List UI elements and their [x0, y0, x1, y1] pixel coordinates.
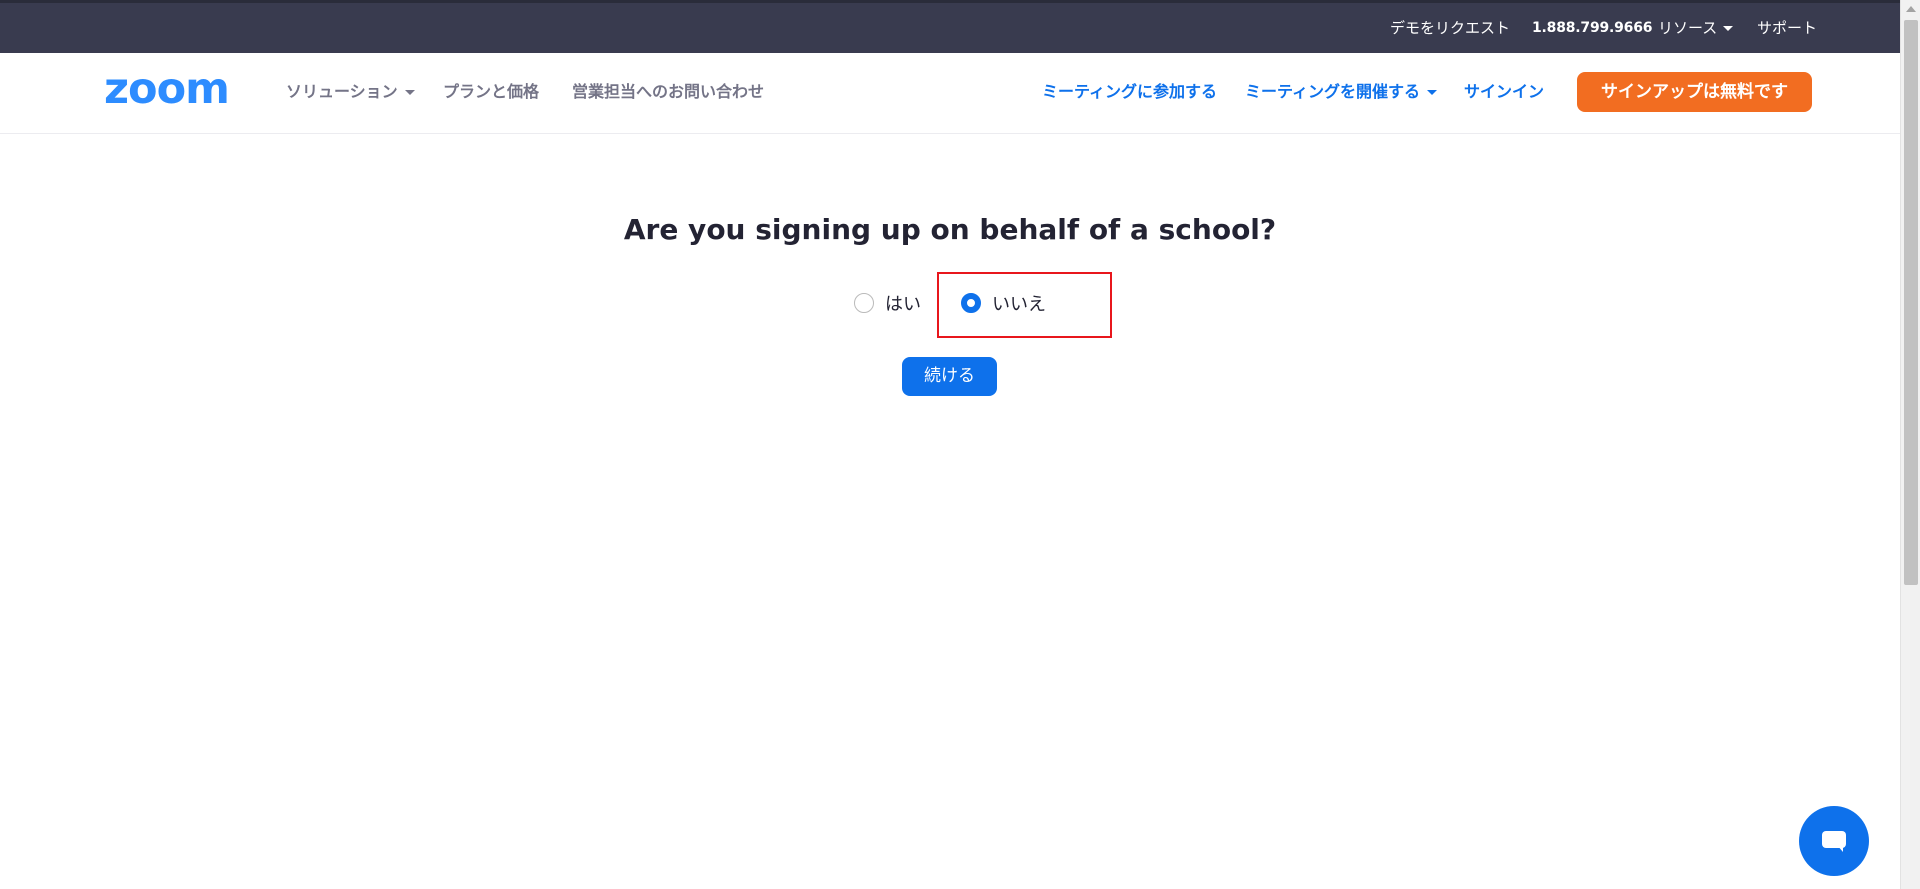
main-header: zoom ソリューション プランと価格 営業担当へのお問い合わせ ミーティングに…: [0, 53, 1900, 134]
join-meeting-link[interactable]: ミーティングに参加する: [1042, 82, 1217, 102]
phone-number-link[interactable]: 1.888.799.9666: [1532, 18, 1653, 38]
chevron-down-icon: [404, 90, 415, 95]
radio-option-no[interactable]: いいえ: [961, 285, 1046, 321]
resources-menu[interactable]: リソース: [1658, 18, 1734, 38]
radio-button-yes[interactable]: [854, 293, 874, 313]
nav-contact-sales[interactable]: 営業担当へのお問い合わせ: [572, 82, 764, 102]
radio-label-no: いいえ: [992, 294, 1046, 315]
continue-button[interactable]: 続ける: [902, 357, 997, 396]
host-meeting-menu[interactable]: ミーティングを開催する: [1245, 82, 1438, 102]
chevron-down-icon: [1427, 90, 1438, 95]
page-title: Are you signing up on behalf of a school…: [623, 213, 1277, 246]
radio-option-yes[interactable]: はい: [854, 285, 921, 321]
page: デモをリクエスト 1.888.799.9666 リソース サポート zoom ソ…: [0, 0, 1920, 889]
host-meeting-label: ミーティングを開催する: [1245, 82, 1421, 101]
radio-button-no[interactable]: [961, 293, 981, 313]
sign-in-link[interactable]: サインイン: [1464, 82, 1544, 102]
zoom-logo[interactable]: zoom: [104, 68, 230, 111]
support-link[interactable]: サポート: [1757, 18, 1817, 38]
radio-label-yes: はい: [885, 294, 921, 315]
school-radio-group: はい いいえ: [0, 285, 1900, 325]
chat-icon: [1822, 831, 1846, 852]
chat-button[interactable]: [1799, 806, 1869, 876]
nav-solutions-label: ソリューション: [286, 82, 398, 101]
chevron-down-icon: [1723, 26, 1734, 31]
request-demo-link[interactable]: デモをリクエスト: [1390, 18, 1510, 38]
scroll-up-arrow-icon[interactable]: [1906, 6, 1916, 12]
scroll-thumb[interactable]: [1904, 20, 1918, 585]
signup-free-button[interactable]: サインアップは無料です: [1577, 72, 1812, 112]
top-utility-bar: デモをリクエスト 1.888.799.9666 リソース サポート: [0, 0, 1900, 53]
resources-label: リソース: [1658, 19, 1718, 37]
vertical-scrollbar[interactable]: [1900, 0, 1920, 889]
nav-solutions[interactable]: ソリューション: [286, 82, 415, 102]
nav-plans-pricing[interactable]: プランと価格: [443, 82, 539, 102]
